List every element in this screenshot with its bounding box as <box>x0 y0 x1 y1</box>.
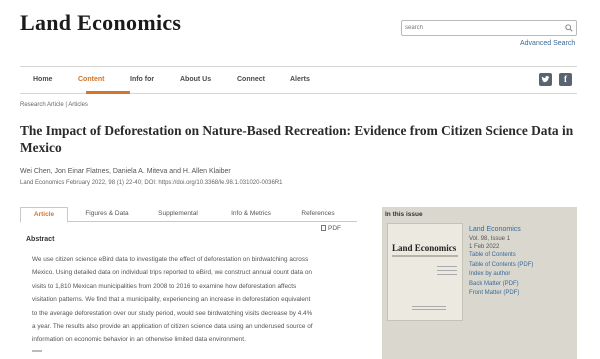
issue-volume: Vol. 98, Issue 1 <box>469 236 511 242</box>
page-divider <box>32 350 42 352</box>
abstract-heading: Abstract <box>26 236 55 243</box>
twitter-icon[interactable] <box>539 73 552 86</box>
search-box <box>401 20 577 36</box>
tab-supplemental[interactable]: Supplemental <box>150 207 206 222</box>
search-icon[interactable] <box>565 24 573 32</box>
tab-article[interactable]: Article <box>20 207 68 223</box>
abstract-line: We use citizen science eBird data to inv… <box>32 256 309 263</box>
article-citation: Land Economics February 2022, 98 (1) 22-… <box>20 180 283 186</box>
issue-journal[interactable]: Land Economics <box>469 225 574 235</box>
issue-sidebar: In this issue Land Economics Land Econom… <box>382 207 577 359</box>
search-input[interactable] <box>402 21 562 35</box>
breadcrumb: Research Article | Articles <box>20 102 88 108</box>
issue-cover[interactable]: Land Economics <box>387 223 463 321</box>
issue-info: Land Economics Vol. 98, Issue 1 1 Feb 20… <box>469 225 574 299</box>
issue-link-toc[interactable]: Table of Contents <box>469 251 574 261</box>
abstract-line: visitation patterns. We find that a muni… <box>32 296 311 304</box>
cover-lines <box>437 266 457 278</box>
abstract-line: visits to 1,810 Mexican municipalities f… <box>32 282 297 290</box>
nav-alerts[interactable]: Alerts <box>290 76 310 83</box>
nav-about-us[interactable]: About Us <box>180 76 211 83</box>
tab-references[interactable]: References <box>292 207 344 222</box>
cover-title: Land Economics <box>392 243 457 253</box>
nav-content[interactable]: Content <box>78 76 104 83</box>
nav-info-for[interactable]: Info for <box>130 76 154 83</box>
pdf-icon <box>321 225 326 231</box>
issue-link-front-matter[interactable]: Front Matter (PDF) <box>469 289 574 299</box>
issue-date: 1 Feb 2022 <box>469 244 500 250</box>
tab-figures-data[interactable]: Figures & Data <box>78 207 136 222</box>
issue-link-index-author[interactable]: Index by author <box>469 270 574 280</box>
tab-info-metrics[interactable]: Info & Metrics <box>219 207 283 222</box>
abstract-text: We use citizen science eBird data to inv… <box>32 253 347 347</box>
nav-active-indicator <box>86 91 130 94</box>
issue-link-back-matter[interactable]: Back Matter (PDF) <box>469 280 574 290</box>
article-title: The Impact of Deforestation on Nature-Ba… <box>20 123 574 155</box>
pdf-label: PDF <box>328 225 341 232</box>
advanced-search-link[interactable]: Advanced Search <box>520 40 575 47</box>
pdf-link[interactable]: PDF <box>321 225 341 232</box>
article-authors[interactable]: Wei Chen, Jon Einar Flatnes, Daniela A. … <box>20 168 231 175</box>
cover-subtitle-bar <box>392 255 458 257</box>
issue-heading: In this issue <box>385 211 423 218</box>
nav-home[interactable]: Home <box>33 76 52 83</box>
issue-link-toc-pdf[interactable]: Table of Contents (PDF) <box>469 261 574 271</box>
facebook-icon[interactable]: f <box>559 73 572 86</box>
cover-footer <box>412 306 446 312</box>
abstract-line: a year. The results also provide an appl… <box>32 323 313 331</box>
article-tabs: Article Figures & Data Supplemental Info… <box>20 207 357 223</box>
abstract-line: to the average deforestation over our st… <box>32 309 313 317</box>
main-nav: Home Content Info for About Us Connect A… <box>20 66 577 94</box>
nav-connect[interactable]: Connect <box>237 76 265 83</box>
abstract-line: information on economic behavior in an o… <box>32 336 246 344</box>
site-logo[interactable]: Land Economics <box>20 10 181 36</box>
abstract-line: Mexico. Using detailed data on individua… <box>32 269 312 277</box>
